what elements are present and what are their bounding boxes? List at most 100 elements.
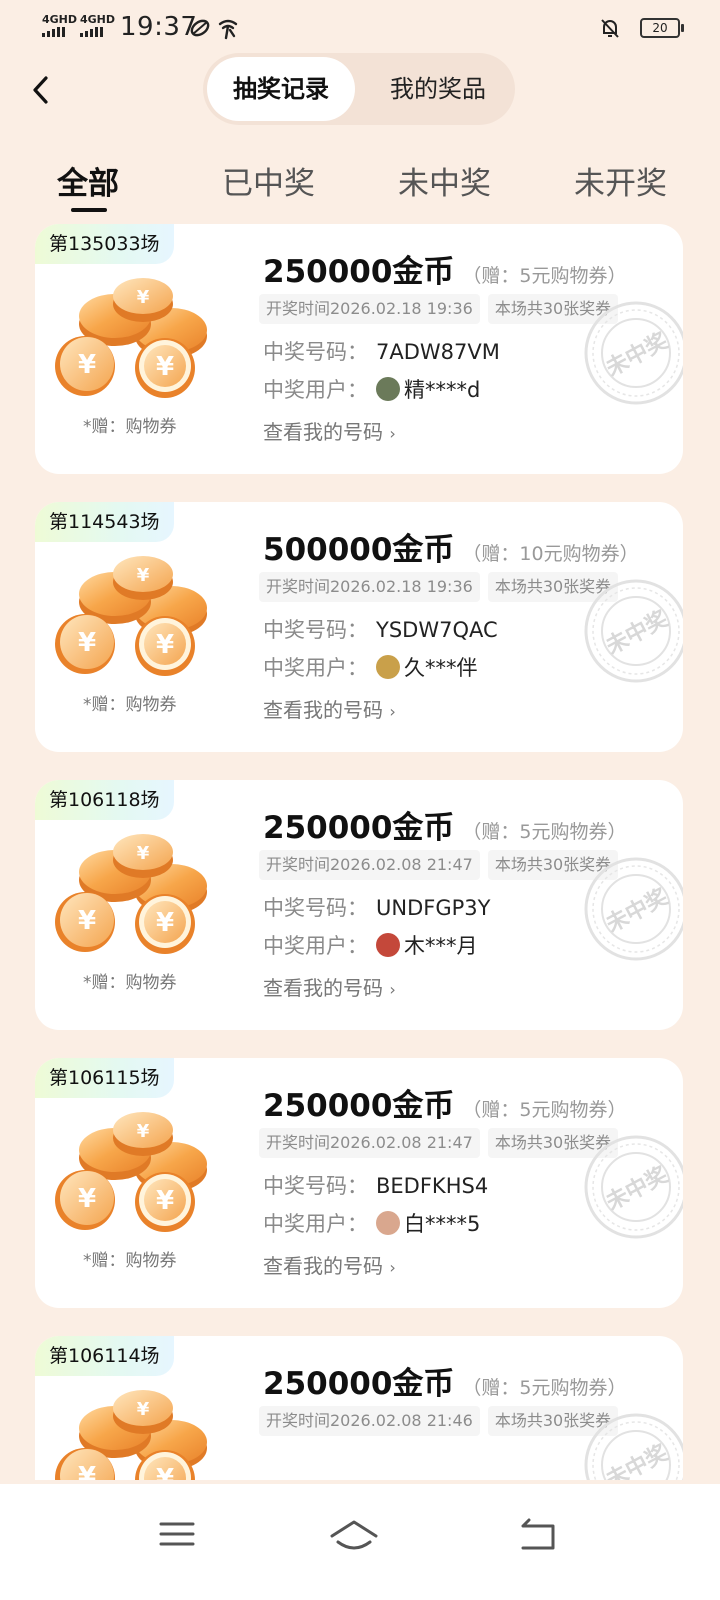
tab-won[interactable]: 已中奖	[222, 158, 315, 203]
not-won-stamp-icon: 未中奖	[584, 857, 683, 961]
round-number-badge: 第135033场	[35, 224, 174, 264]
svg-text:¥: ¥	[137, 843, 150, 864]
system-nav-bar	[0, 1484, 720, 1600]
winning-code-row: 中奖号码： BEDFKHS4	[263, 1170, 488, 1200]
chevron-right-icon: ›	[389, 424, 396, 443]
svg-text:¥: ¥	[78, 1462, 96, 1480]
coin-stack-icon: ¥ ¥ ¥	[55, 834, 207, 954]
gift-note: *赠：购物券	[83, 1251, 177, 1271]
draw-time-chip: 开奖时间2026.02.18 19:36	[259, 572, 480, 602]
battery-indicator: 20	[640, 18, 684, 38]
back-icon[interactable]	[509, 1510, 569, 1558]
winning-code-value: UNDFGP3Y	[376, 896, 491, 920]
network-type-label: 4GHD	[80, 13, 116, 26]
svg-text:¥: ¥	[137, 565, 150, 586]
winning-code-row: 中奖号码： UNDFGP3Y	[263, 892, 490, 922]
winner-label: 中奖用户：	[263, 1212, 368, 1236]
tab-not-drawn[interactable]: 未开奖	[574, 158, 667, 203]
winning-code-value: BEDFKHS4	[376, 1174, 489, 1198]
signal-indicator-1: 4GHD	[42, 14, 77, 37]
prize-line: 250000金币 （赠：5元购物券）	[263, 1358, 627, 1403]
svg-text:¥: ¥	[137, 1121, 150, 1142]
menu-icon[interactable]	[147, 1510, 207, 1558]
draw-time-chip: 开奖时间2026.02.18 19:36	[259, 294, 480, 324]
winning-code-label: 中奖号码：	[263, 1174, 368, 1198]
view-my-numbers-label: 查看我的号码	[263, 420, 383, 444]
not-won-stamp-icon: 未中奖	[584, 1135, 683, 1239]
winner-name: 白****5	[404, 1212, 481, 1236]
view-my-numbers-link[interactable]: 查看我的号码 ›	[263, 416, 396, 445]
tab-indicator	[71, 208, 107, 212]
status-time: 19:37	[120, 12, 198, 42]
prize-title: 250000金币	[263, 1088, 455, 1124]
winner-name: 精****d	[404, 378, 481, 402]
svg-text:¥: ¥	[78, 628, 96, 658]
record-card[interactable]: 第114543场 ¥ ¥ ¥ *赠：购物券 500000金币 （赠：10元购物券）…	[35, 502, 683, 752]
tab-not-won[interactable]: 未中奖	[398, 158, 491, 203]
view-my-numbers-label: 查看我的号码	[263, 976, 383, 1000]
coin-stack-icon: ¥ ¥ ¥	[55, 278, 207, 398]
home-icon[interactable]	[324, 1510, 384, 1558]
segmented-control: 抽奖记录 我的奖品	[203, 53, 515, 125]
svg-text:¥: ¥	[78, 350, 96, 380]
winning-code-label: 中奖号码：	[263, 340, 368, 364]
view-my-numbers-label: 查看我的号码	[263, 698, 383, 722]
prize-gift: （赠：5元购物券）	[462, 821, 627, 843]
carrier-app-icon	[218, 19, 238, 40]
winner-row: 中奖用户： 久***伴	[263, 652, 478, 682]
chevron-right-icon: ›	[389, 702, 396, 721]
winner-row: 中奖用户： 白****5	[263, 1208, 480, 1238]
meta-row: 开奖时间2026.02.08 21:46 本场共30张奖券	[259, 1406, 626, 1436]
winning-code-value: YSDW7QAC	[376, 618, 498, 642]
prize-title: 250000金币	[263, 810, 455, 846]
prize-title: 250000金币	[263, 1366, 455, 1402]
avatar	[376, 377, 400, 401]
avatar	[376, 1211, 400, 1235]
svg-text:¥: ¥	[78, 906, 96, 936]
prize-gift: （赠：5元购物券）	[462, 1377, 627, 1399]
prize-line: 500000金币 （赠：10元购物券）	[263, 524, 639, 569]
leaf-app-icon	[190, 19, 210, 37]
view-my-numbers-link[interactable]: 查看我的号码 ›	[263, 1250, 396, 1279]
prize-line: 250000金币 （赠：5元购物券）	[263, 246, 627, 291]
svg-text:¥: ¥	[137, 1399, 150, 1420]
not-won-stamp-icon: 未中奖	[584, 301, 683, 405]
draw-time-chip: 开奖时间2026.02.08 21:46	[259, 1406, 480, 1436]
round-number-badge: 第106118场	[35, 780, 174, 820]
status-bar: 4GHD 4GHD 19:37 20	[0, 0, 720, 56]
segment-my-prizes[interactable]: 我的奖品	[363, 57, 513, 121]
winner-name: 木***月	[404, 934, 478, 958]
winner-label: 中奖用户：	[263, 934, 368, 958]
record-card[interactable]: 第106118场 ¥ ¥ ¥ *赠：购物券 250000金币 （赠：5元购物券） …	[35, 780, 683, 1030]
record-list[interactable]: 第135033场 ¥ ¥ ¥ *赠：购物券 250000金币 （赠：5元购物券） …	[0, 224, 720, 1480]
prize-title: 500000金币	[263, 532, 455, 568]
bell-off-icon	[601, 19, 619, 38]
round-number-badge: 第114543场	[35, 502, 174, 542]
prize-line: 250000金币 （赠：5元购物券）	[263, 1080, 627, 1125]
meta-row: 开奖时间2026.02.08 21:47 本场共30张奖券	[259, 850, 626, 880]
svg-text:¥: ¥	[156, 630, 174, 660]
round-number-badge: 第106114场	[35, 1336, 174, 1376]
tab-all[interactable]: 全部	[57, 158, 119, 203]
record-card[interactable]: 第106114场 ¥ ¥ ¥ *赠：购物券 250000金币（赠：5元购物券） …	[35, 1336, 683, 1480]
record-card[interactable]: 第106115场 ¥ ¥ ¥ *赠：购物券 250000金币 （赠：5元购物券） …	[35, 1058, 683, 1308]
not-won-stamp-icon: 未中奖	[584, 579, 683, 683]
winning-code-row: 中奖号码： YSDW7QAC	[263, 614, 498, 644]
signal-bars-icon	[42, 27, 65, 37]
meta-row: 开奖时间2026.02.18 19:36 本场共30张奖券	[259, 294, 626, 324]
prize-line: 250000金币 （赠：5元购物券）	[263, 802, 627, 847]
chevron-right-icon: ›	[389, 1258, 396, 1277]
draw-time-chip: 开奖时间2026.02.08 21:47	[259, 850, 480, 880]
winner-name: 久***伴	[404, 656, 478, 680]
network-type-label: 4GHD	[42, 13, 78, 26]
view-my-numbers-link[interactable]: 查看我的号码 ›	[263, 972, 396, 1001]
avatar	[376, 655, 400, 679]
svg-text:¥: ¥	[156, 352, 174, 382]
segment-draw-records[interactable]: 抽奖记录	[207, 57, 355, 121]
coin-stack-icon: ¥ ¥ ¥	[55, 556, 207, 676]
view-my-numbers-link[interactable]: 查看我的号码 ›	[263, 694, 396, 723]
chevron-left-icon[interactable]	[24, 70, 60, 110]
svg-text:¥: ¥	[156, 1464, 174, 1480]
record-card[interactable]: 第135033场 ¥ ¥ ¥ *赠：购物券 250000金币 （赠：5元购物券） …	[35, 224, 683, 474]
gift-note: *赠：购物券	[83, 417, 177, 437]
